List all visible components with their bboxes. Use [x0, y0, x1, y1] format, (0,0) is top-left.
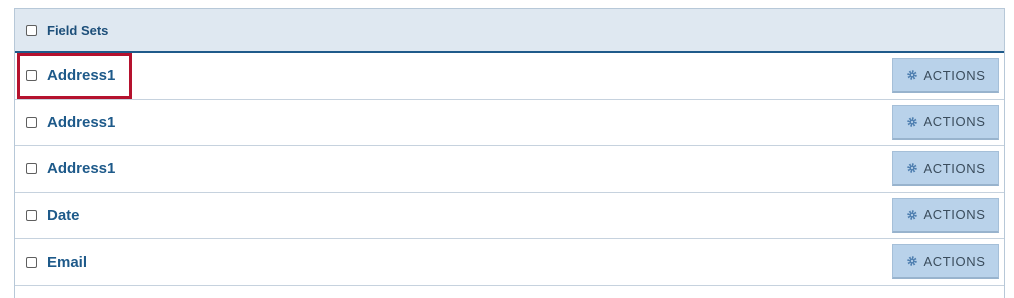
- field-sets-table: Field Sets Address1 ACTIONS Address1 ACT…: [14, 8, 1005, 298]
- gear-icon: [906, 163, 917, 173]
- actions-button[interactable]: ACTIONS: [892, 244, 999, 280]
- row-checkbox[interactable]: [26, 116, 37, 128]
- gear-icon: [906, 256, 917, 267]
- gear-icon: [906, 70, 917, 80]
- table-row: Email ACTIONS: [15, 239, 1004, 286]
- actions-label: ACTIONS: [923, 160, 986, 176]
- field-set-link[interactable]: Date: [47, 207, 80, 224]
- actions-button[interactable]: ACTIONS: [892, 104, 999, 140]
- header-label: Field Sets: [47, 22, 109, 38]
- field-set-link[interactable]: Address1: [47, 160, 115, 177]
- actions-button[interactable]: ACTIONS: [892, 58, 999, 93]
- table-row: Date ACTIONS: [15, 193, 1004, 240]
- actions-label: ACTIONS: [923, 253, 986, 269]
- field-set-link[interactable]: Address1: [47, 114, 115, 131]
- gear-icon: [906, 116, 917, 127]
- gear-icon: [906, 210, 917, 220]
- row-checkbox[interactable]: [26, 210, 37, 222]
- actions-button[interactable]: ACTIONS: [892, 151, 999, 187]
- table-row: Address1 ACTIONS: [15, 100, 1004, 147]
- field-set-link[interactable]: Email: [47, 254, 87, 271]
- actions-label: ACTIONS: [923, 114, 986, 130]
- row-checkbox[interactable]: [26, 163, 37, 175]
- select-all-checkbox[interactable]: [26, 24, 37, 36]
- table-row: Address1 ACTIONS: [15, 146, 1004, 193]
- actions-label: ACTIONS: [923, 207, 986, 223]
- table-row: Address1 ACTIONS: [15, 53, 1004, 100]
- field-set-link[interactable]: Address1: [47, 67, 115, 84]
- table-header: Field Sets: [15, 9, 1004, 53]
- row-checkbox[interactable]: [26, 256, 37, 268]
- actions-button[interactable]: ACTIONS: [892, 197, 999, 233]
- actions-label: ACTIONS: [923, 67, 986, 83]
- row-checkbox[interactable]: [26, 70, 37, 82]
